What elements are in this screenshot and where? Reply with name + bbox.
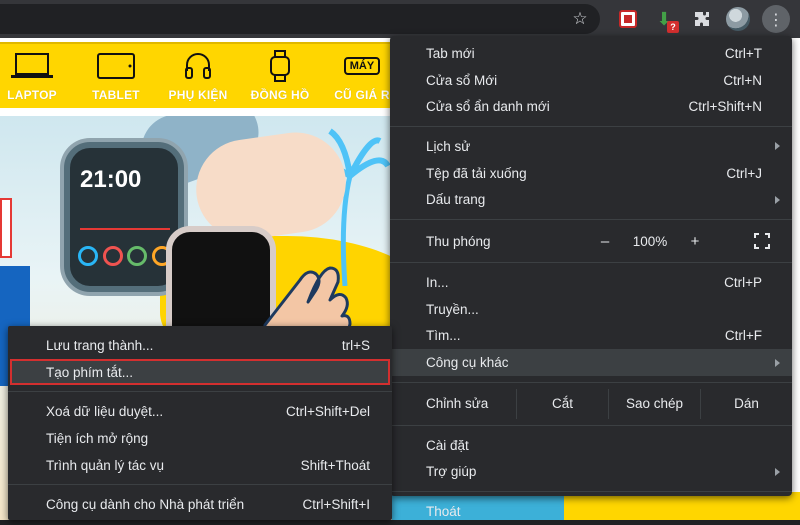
menu-divider	[390, 126, 792, 128]
menu-item-settings[interactable]: Cài đặt	[390, 432, 792, 459]
menu-divider	[390, 491, 792, 493]
zoom-out-button[interactable]: –	[590, 233, 620, 250]
more-tools-submenu: Lưu trang thành... trl+S Tạo phím tắt... …	[8, 326, 392, 520]
category-nav: LAPTOP TABLET PHỤ KIỆN ĐỒNG HỒ MÁY CŨ GI…	[0, 42, 400, 108]
menu-item-history[interactable]: Lịch sử	[390, 133, 792, 160]
kebab-menu-icon[interactable]: ⋮	[762, 5, 790, 33]
menu-divider	[8, 391, 392, 393]
menu-divider	[390, 424, 792, 426]
used-badge: MÁY	[343, 57, 381, 75]
mcafee-extension-icon[interactable]	[616, 7, 640, 31]
nav-tablet[interactable]: TABLET	[76, 50, 156, 102]
puzzle-icon[interactable]	[690, 7, 714, 31]
menu-divider	[390, 381, 792, 383]
side-card	[0, 198, 12, 258]
extension-badge: ?	[667, 21, 679, 33]
menu-divider	[390, 219, 792, 221]
submenu-item-create-shortcut[interactable]: Tạo phím tắt...	[10, 358, 390, 386]
submenu-arrow-icon	[775, 358, 780, 367]
menu-item-bookmarks[interactable]: Dấu trang	[390, 186, 792, 213]
profile-avatar[interactable]	[726, 7, 750, 31]
nav-watch[interactable]: ĐỒNG HỒ	[240, 50, 320, 102]
nav-laptop[interactable]: LAPTOP	[0, 50, 72, 102]
menu-edit-row: Chỉnh sửa Cắt Sao chép Dán	[390, 388, 792, 419]
submenu-item-clear-data[interactable]: Xoá dữ liệu duyệt... Ctrl+Shift+Del	[8, 398, 392, 425]
submenu-arrow-icon	[775, 467, 780, 476]
menu-item-new-tab[interactable]: Tab mới Ctrl+T	[390, 40, 792, 67]
fullscreen-icon[interactable]	[754, 233, 770, 250]
menu-item-print[interactable]: In... Ctrl+P	[390, 269, 792, 296]
cut-button[interactable]: Cắt	[516, 388, 608, 419]
address-bar[interactable]	[0, 4, 600, 34]
menu-item-cast[interactable]: Truyền...	[390, 296, 792, 323]
copy-button[interactable]: Sao chép	[608, 388, 700, 419]
submenu-arrow-icon	[775, 142, 780, 151]
nav-accessories[interactable]: PHỤ KIỆN	[158, 50, 238, 102]
menu-divider	[8, 484, 392, 486]
bookmark-star-icon[interactable]: ☆	[568, 7, 592, 31]
menu-item-downloads[interactable]: Tệp đã tải xuống Ctrl+J	[390, 160, 792, 187]
menu-item-find[interactable]: Tìm... Ctrl+F	[390, 323, 792, 350]
submenu-arrow-icon	[775, 195, 780, 204]
menu-item-exit[interactable]: Thoát	[390, 498, 792, 525]
submenu-item-devtools[interactable]: Công cụ dành cho Nhà phát triển Ctrl+Shif…	[8, 491, 392, 518]
download-extension-icon[interactable]: ⬇?	[652, 7, 679, 33]
zoom-level: 100%	[632, 233, 668, 249]
menu-item-incognito[interactable]: Cửa sổ ẩn danh mới Ctrl+Shift+N	[390, 93, 792, 120]
submenu-item-extensions[interactable]: Tiện ích mở rộng	[8, 425, 392, 452]
menu-zoom-row: Thu phóng – 100% +	[390, 226, 792, 256]
chrome-main-menu: Tab mới Ctrl+T Cửa sổ Mới Ctrl+N Cửa sổ ẩn…	[390, 36, 792, 519]
menu-item-help[interactable]: Trợ giúp	[390, 459, 792, 486]
browser-toolbar: ☆ ⬇? ⋮	[0, 0, 800, 38]
menu-item-more-tools[interactable]: Công cụ khác	[390, 349, 792, 376]
zoom-in-button[interactable]: +	[680, 233, 710, 250]
menu-divider	[390, 262, 792, 264]
menu-item-new-window[interactable]: Cửa sổ Mới Ctrl+N	[390, 67, 792, 94]
paste-button[interactable]: Dán	[700, 388, 792, 419]
submenu-item-save-page[interactable]: Lưu trang thành... trl+S	[8, 332, 392, 359]
submenu-item-task-manager[interactable]: Trình quản lý tác vụ Shift+Thoát	[8, 452, 392, 479]
